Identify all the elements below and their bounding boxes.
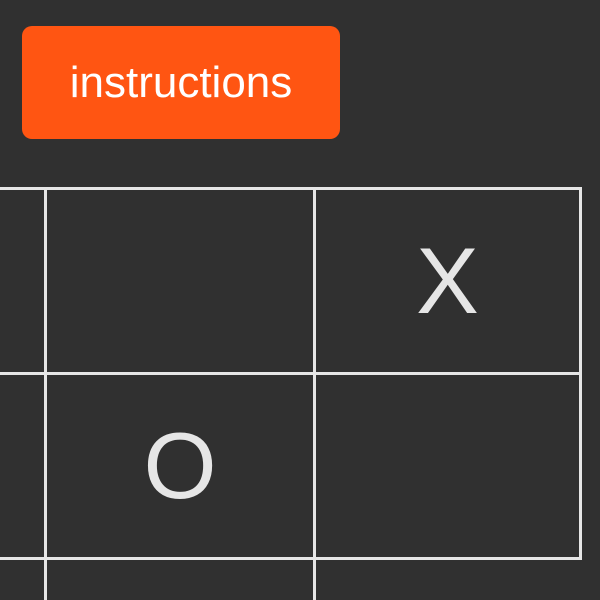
grid-line	[579, 187, 582, 560]
board-cell-r0c1[interactable]	[47, 190, 313, 372]
instructions-button[interactable]: instructions	[22, 26, 340, 139]
board-cell-r2c0[interactable]	[0, 560, 44, 600]
board-cell-r1c1[interactable]: O	[47, 375, 313, 557]
board-cell-r1c0[interactable]	[0, 375, 44, 557]
game-screen: X O instructions	[0, 0, 600, 600]
board-cell-r2c1[interactable]	[47, 560, 313, 600]
board-cell-r2c2[interactable]	[316, 560, 579, 600]
board-cell-r0c2[interactable]: X	[316, 190, 579, 372]
board-cell-r1c2[interactable]	[316, 375, 579, 557]
board-cell-r0c0[interactable]	[0, 190, 44, 372]
